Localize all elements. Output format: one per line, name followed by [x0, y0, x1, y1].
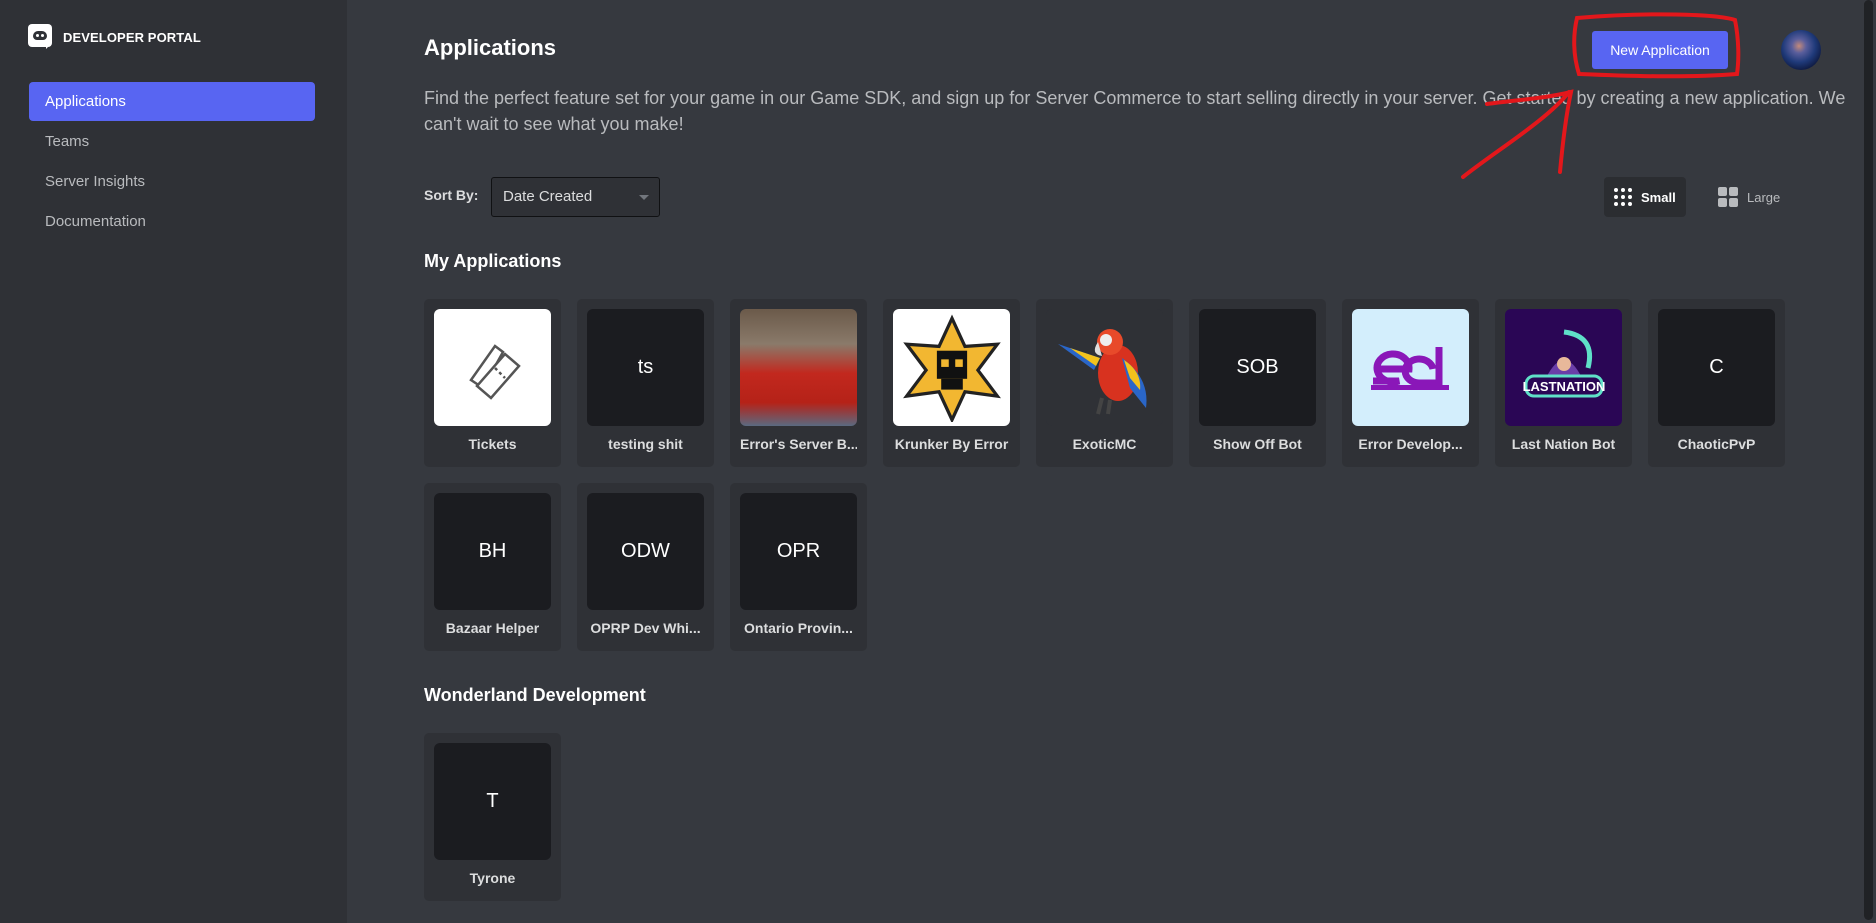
app-name: Ontario Provin...	[744, 620, 853, 636]
view-large-toggle[interactable]: Large	[1708, 177, 1788, 217]
brand[interactable]: DEVELOPER PORTAL	[28, 24, 201, 50]
app-card[interactable]: ts testing shit	[577, 299, 714, 467]
app-card[interactable]: Error Develop...	[1342, 299, 1479, 467]
app-initials: C	[1709, 356, 1724, 378]
sort-by-select[interactable]: Date Created	[491, 177, 660, 217]
app-name: ChaoticPvP	[1677, 436, 1756, 452]
large-grid-icon	[1718, 187, 1738, 207]
main-content: Applications Find the perfect feature se…	[347, 0, 1876, 923]
small-grid-icon	[1614, 188, 1632, 206]
user-avatar[interactable]	[1781, 30, 1821, 70]
app-name: Bazaar Helper	[445, 620, 540, 636]
scrollbar[interactable]	[1864, 0, 1873, 920]
sidebar-item-server-insights[interactable]: Server Insights	[29, 162, 315, 201]
app-initials-icon: T	[434, 743, 551, 860]
app-name: Error's Server B...	[740, 436, 857, 452]
app-name: Show Off Bot	[1213, 436, 1302, 452]
app-initials: ts	[637, 356, 654, 378]
sidebar-item-documentation[interactable]: Documentation	[29, 202, 315, 241]
lastnation-logo-icon: LASTNATION	[1505, 309, 1622, 426]
sidebar: DEVELOPER PORTAL Applications Teams Serv…	[0, 0, 347, 923]
sort-by-value: Date Created	[503, 188, 593, 205]
app-initials-icon: BH	[434, 493, 551, 610]
app-card[interactable]: Krunker By Error	[883, 299, 1020, 467]
app-initials: ODW	[621, 540, 670, 562]
parrot-icon	[1046, 309, 1163, 426]
page-title: Applications	[424, 35, 557, 60]
app-initials-icon: SOB	[1199, 309, 1316, 426]
app-card[interactable]: ExoticMC	[1036, 299, 1173, 467]
app-card[interactable]: Error's Server B...	[730, 299, 867, 467]
chevron-down-icon	[639, 195, 649, 200]
app-name: testing shit	[608, 436, 683, 452]
app-name: Error Develop...	[1358, 436, 1463, 452]
ed-logo-icon	[1352, 309, 1469, 426]
view-small-label: Small	[1641, 189, 1676, 205]
photo-avatar	[740, 309, 857, 426]
app-initials: BH	[478, 540, 507, 562]
app-initials-icon: OPR	[740, 493, 857, 610]
app-card[interactable]: C ChaoticPvP	[1648, 299, 1785, 467]
sidebar-item-teams[interactable]: Teams	[29, 122, 315, 161]
app-card[interactable]: ODW OPRP Dev Whi...	[577, 483, 714, 651]
app-card[interactable]: LASTNATION Last Nation Bot	[1495, 299, 1632, 467]
brand-title: DEVELOPER PORTAL	[63, 29, 201, 45]
view-small-toggle[interactable]: Small	[1604, 177, 1686, 217]
app-initials-icon: C	[1658, 309, 1775, 426]
app-initials-icon: ODW	[587, 493, 704, 610]
app-card[interactable]: T Tyrone	[424, 733, 561, 901]
view-large-label: Large	[1747, 189, 1781, 205]
sidebar-nav: Applications Teams Server Insights Docum…	[29, 82, 315, 242]
app-name: Last Nation Bot	[1511, 436, 1616, 452]
section-title-my-applications: My Applications	[424, 251, 562, 271]
section-title-team: Wonderland Development	[424, 685, 646, 705]
skull-star-icon	[893, 309, 1010, 426]
app-name: Tickets	[468, 436, 517, 452]
app-card[interactable]: SOB Show Off Bot	[1189, 299, 1326, 467]
new-application-button[interactable]: New Application	[1592, 31, 1728, 69]
team-applications-grid: T Tyrone	[424, 733, 1824, 901]
my-applications-grid: Tickets ts testing shit Error's Server B...…	[424, 299, 1824, 651]
app-card[interactable]: BH Bazaar Helper	[424, 483, 561, 651]
ticket-icon	[434, 309, 551, 426]
app-initials-icon: ts	[587, 309, 704, 426]
sidebar-item-applications[interactable]: Applications	[29, 82, 315, 121]
app-initials: OPR	[776, 540, 821, 562]
app-card[interactable]: OPR Ontario Provin...	[730, 483, 867, 651]
app-name: ExoticMC	[1072, 436, 1137, 452]
app-name: Krunker By Error	[894, 436, 1009, 452]
page-description: Find the perfect feature set for your ga…	[424, 88, 1846, 134]
discord-logo-icon	[28, 24, 54, 50]
app-card[interactable]: Tickets	[424, 299, 561, 467]
sort-by-label: Sort By:	[424, 187, 479, 203]
svg-text:LASTNATION: LASTNATION	[1522, 379, 1605, 394]
app-name: OPRP Dev Whi...	[590, 620, 701, 636]
app-initials: T	[486, 790, 499, 812]
app-name: Tyrone	[469, 870, 516, 886]
app-initials: SOB	[1236, 356, 1279, 378]
